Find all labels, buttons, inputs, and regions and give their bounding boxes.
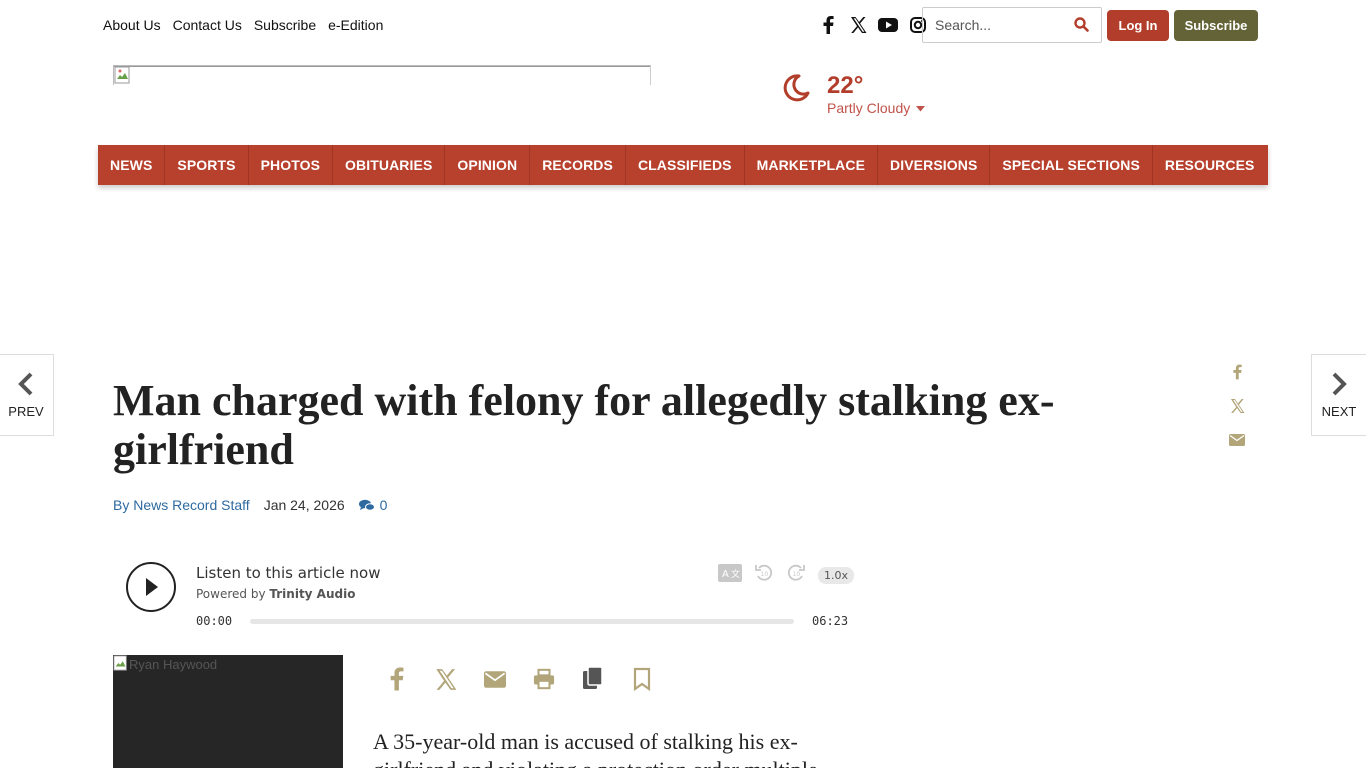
- nav-item-classifieds[interactable]: CLASSIFIEDS: [626, 145, 745, 185]
- copy-icon[interactable]: [582, 665, 604, 693]
- prev-label: PREV: [8, 403, 44, 419]
- nav-item-marketplace[interactable]: MARKETPLACE: [745, 145, 879, 185]
- listen-label: Listen to this article now: [196, 564, 381, 582]
- e-edition-link[interactable]: e-Edition: [328, 17, 383, 33]
- facebook-icon[interactable]: [818, 15, 838, 35]
- play-icon: [146, 578, 158, 596]
- nav-item-special-sections[interactable]: SPECIAL SECTIONS: [990, 145, 1153, 185]
- comments-icon: [358, 499, 375, 511]
- duration: 06:23: [812, 614, 849, 628]
- nav-item-diversions[interactable]: DIVERSIONS: [878, 145, 991, 185]
- publish-date: Jan 24, 2026: [263, 497, 345, 513]
- nav-item-records[interactable]: RECORDS: [530, 145, 626, 185]
- current-time: 00:00: [196, 614, 233, 628]
- social-links: [818, 15, 928, 35]
- article-body: A 35-year-old man is accused of stalking…: [373, 729, 818, 768]
- byline: By News Record Staff Jan 24, 2026 0: [113, 497, 387, 513]
- facebook-share-icon[interactable]: [1227, 363, 1247, 381]
- powered-prefix: Powered by: [196, 587, 266, 601]
- play-button[interactable]: [126, 562, 176, 612]
- utility-links: About Us Contact Us Subscribe e-Edition: [103, 17, 383, 33]
- nav-item-photos[interactable]: PHOTOS: [249, 145, 334, 185]
- playback-speed-button[interactable]: 1.0x: [818, 567, 855, 584]
- about-us-link[interactable]: About Us: [103, 17, 161, 33]
- author-link[interactable]: By News Record Staff: [113, 497, 250, 513]
- bookmark-icon[interactable]: [631, 665, 653, 693]
- weather-temperature[interactable]: 22°: [827, 72, 863, 100]
- nav-item-sports[interactable]: SPORTS: [165, 145, 249, 185]
- print-icon[interactable]: [533, 665, 555, 693]
- nav-item-opinion[interactable]: OPINION: [445, 145, 531, 185]
- broken-image-icon: [114, 66, 130, 84]
- nav-item-resources[interactable]: RESOURCES: [1153, 145, 1267, 185]
- svg-text:10: 10: [793, 571, 801, 578]
- powered-brand[interactable]: Trinity Audio: [269, 587, 355, 601]
- player-controls: A文 10 10 1.0x: [718, 563, 855, 588]
- contact-us-link[interactable]: Contact Us: [173, 17, 242, 33]
- search-input[interactable]: [935, 17, 1075, 33]
- weather-condition-label: Partly Cloudy: [827, 100, 911, 116]
- comments-link[interactable]: 0: [358, 497, 388, 513]
- facebook-share-icon[interactable]: [386, 665, 408, 693]
- subscribe-link[interactable]: Subscribe: [254, 17, 316, 33]
- chevron-left-icon: [18, 372, 33, 395]
- main-nav: NEWS SPORTS PHOTOS OBITUARIES OPINION RE…: [98, 145, 1268, 185]
- email-share-icon[interactable]: [1227, 431, 1247, 449]
- translate-icon[interactable]: A文: [718, 564, 742, 587]
- powered-by: Powered by Trinity Audio: [196, 587, 355, 601]
- forward-10-icon[interactable]: 10: [786, 563, 806, 588]
- search-box: [922, 7, 1102, 43]
- search-icon[interactable]: [1074, 17, 1089, 37]
- weather-condition[interactable]: Partly Cloudy: [827, 100, 926, 116]
- partly-cloudy-night-icon: [780, 72, 812, 109]
- share-toolbar: [386, 665, 653, 693]
- svg-text:文: 文: [731, 568, 740, 580]
- rewind-10-icon[interactable]: 10: [754, 563, 774, 588]
- article-photo[interactable]: Ryan Haywood: [113, 655, 343, 768]
- x-share-icon[interactable]: [1227, 397, 1247, 415]
- email-share-icon[interactable]: [484, 665, 506, 693]
- svg-text:10: 10: [761, 571, 769, 578]
- x-share-icon[interactable]: [435, 665, 457, 693]
- comment-count: 0: [379, 497, 388, 513]
- caret-down-icon: [916, 106, 926, 112]
- subscribe-button[interactable]: Subscribe: [1174, 10, 1258, 41]
- youtube-icon[interactable]: [878, 15, 898, 35]
- side-share-bar: [1227, 363, 1247, 449]
- nav-item-news[interactable]: NEWS: [98, 145, 166, 185]
- broken-image-icon: [113, 655, 127, 671]
- site-logo[interactable]: [113, 65, 651, 85]
- x-icon[interactable]: [848, 15, 868, 35]
- photo-alt-text: Ryan Haywood: [129, 657, 218, 672]
- nav-item-obituaries[interactable]: OBITUARIES: [333, 145, 446, 185]
- next-label: NEXT: [1321, 403, 1357, 419]
- next-article-button[interactable]: NEXT: [1311, 354, 1366, 436]
- prev-article-button[interactable]: PREV: [0, 354, 54, 436]
- svg-text:A: A: [722, 569, 729, 580]
- audio-player: Listen to this article now Powered by Tr…: [113, 555, 855, 635]
- progress-bar[interactable]: [250, 619, 794, 624]
- login-button[interactable]: Log In: [1107, 10, 1169, 41]
- article-headline: Man charged with felony for allegedly st…: [113, 376, 1055, 474]
- chevron-right-icon: [1332, 372, 1347, 395]
